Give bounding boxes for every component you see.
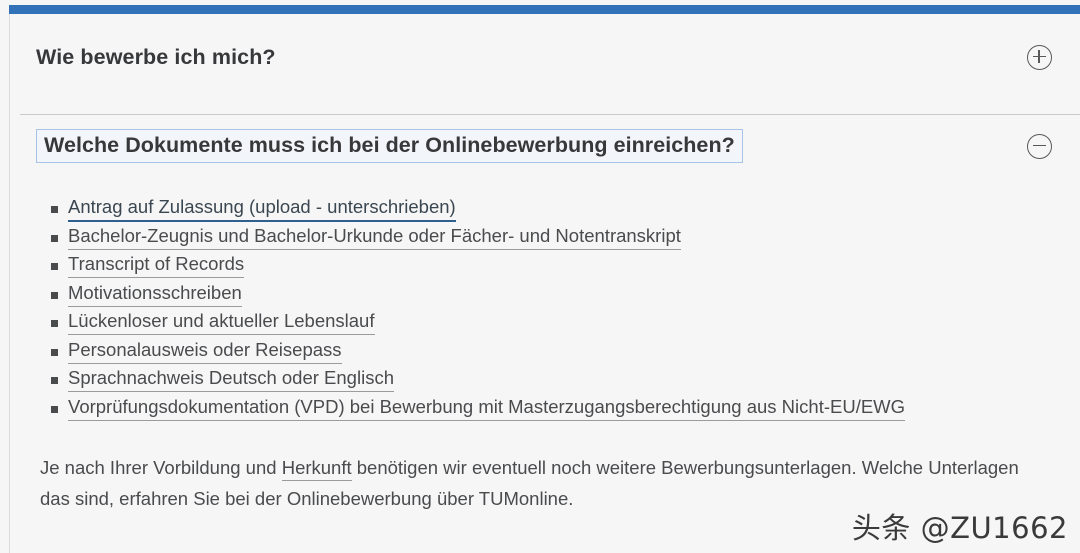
- accent-bar: [9, 5, 1080, 14]
- list-item: Bachelor-Zeugnis und Bachelor-Urkunde od…: [40, 224, 1050, 250]
- document-link[interactable]: Sprachnachweis Deutsch oder Englisch: [68, 367, 394, 392]
- document-link[interactable]: Lückenloser und aktueller Lebenslauf: [68, 310, 375, 335]
- required-documents-list: Antrag auf Zulassung (upload - unterschr…: [40, 196, 1050, 421]
- document-link[interactable]: Bachelor-Zeugnis und Bachelor-Urkunde od…: [68, 224, 681, 250]
- accordion-item-welche-dokumente: Welche Dokumente muss ich bei der Online…: [10, 115, 1080, 509]
- document-link[interactable]: Personalausweis oder Reisepass: [68, 338, 342, 364]
- note-text-before-link: Je nach Ihrer Vorbildung und: [40, 457, 282, 478]
- document-link[interactable]: Transcript of Records: [68, 253, 245, 278]
- square-bullet-icon: [51, 291, 58, 299]
- list-item: Personalausweis oder Reisepass: [40, 338, 1050, 364]
- square-bullet-icon: [51, 206, 58, 213]
- document-link[interactable]: Vorprüfungsdokumentation (VPD) bei Bewer…: [68, 395, 906, 421]
- list-item: Lückenloser und aktueller Lebenslauf: [40, 310, 1050, 335]
- page-root: Wie bewerbe ich mich? Welche Dokumente m…: [0, 0, 1080, 553]
- accordion-header-welche-dokumente[interactable]: Welche Dokumente muss ich bei der Online…: [10, 116, 1080, 176]
- accordion-panel-welche-dokumente: Antrag auf Zulassung (upload - unterschr…: [10, 176, 1080, 509]
- minus-horizontal-stroke: [1032, 144, 1046, 147]
- faq-accordion: Wie bewerbe ich mich? Welche Dokumente m…: [10, 14, 1080, 553]
- square-bullet-icon: [51, 234, 58, 242]
- list-item: Vorprüfungsdokumentation (VPD) bei Bewer…: [40, 395, 1050, 421]
- square-bullet-icon: [51, 348, 58, 356]
- square-bullet-icon: [51, 263, 58, 270]
- document-link[interactable]: Antrag auf Zulassung (upload - unterschr…: [68, 196, 456, 222]
- list-item: Motivationsschreiben: [40, 281, 1050, 307]
- square-bullet-icon: [51, 405, 58, 413]
- accordion-title-welche-dokumente[interactable]: Welche Dokumente muss ich bei der Online…: [36, 128, 743, 164]
- herkunft-link[interactable]: Herkunft: [281, 457, 352, 481]
- list-item: Antrag auf Zulassung (upload - unterschr…: [40, 196, 1050, 222]
- accordion-header-wie-bewerbe-ich-mich[interactable]: Wie bewerbe ich mich?: [10, 14, 1080, 100]
- watermark: 头条 @ZU1662: [851, 511, 1068, 545]
- document-link[interactable]: Motivationsschreiben: [68, 281, 242, 307]
- plus-vertical-stroke: [1038, 50, 1040, 63]
- list-item: Sprachnachweis Deutsch oder Englisch: [40, 367, 1050, 392]
- plus-circle-icon[interactable]: [1027, 44, 1052, 70]
- minus-circle-icon[interactable]: [1027, 133, 1052, 159]
- square-bullet-icon: [51, 377, 58, 384]
- accordion-title-wie-bewerbe-ich-mich: Wie bewerbe ich mich?: [36, 44, 276, 69]
- square-bullet-icon: [51, 320, 58, 327]
- list-item: Transcript of Records: [40, 253, 1050, 278]
- accordion-item-wie-bewerbe-ich-mich: Wie bewerbe ich mich?: [10, 14, 1080, 100]
